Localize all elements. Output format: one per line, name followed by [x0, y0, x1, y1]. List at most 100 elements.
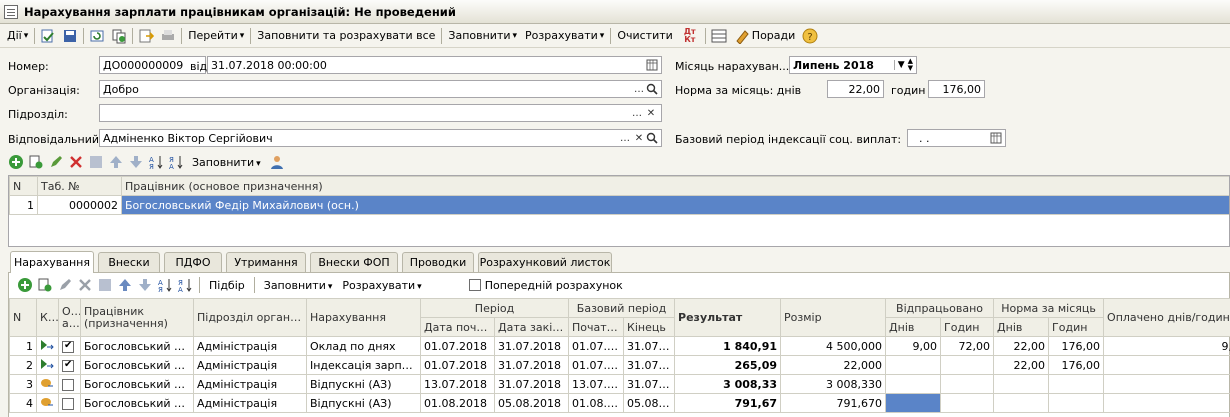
- active-checkbox[interactable]: [58, 336, 81, 356]
- cell-p-from[interactable]: 13.07.2018: [420, 374, 495, 394]
- cell-paid[interactable]: 9,00: [1103, 336, 1230, 356]
- tab-contributions[interactable]: Внески: [98, 252, 160, 272]
- tab-payslip[interactable]: Розрахунковий листок: [478, 252, 612, 272]
- cell-paid[interactable]: [1103, 355, 1230, 375]
- cell-n[interactable]: 3: [9, 374, 37, 394]
- responsible-select-button[interactable]: …: [618, 131, 632, 145]
- cell-result[interactable]: 265,09: [674, 355, 782, 375]
- date-field[interactable]: 31.07.2018 00:00:00: [207, 56, 662, 74]
- fill-menu[interactable]: Заповнити: [444, 26, 521, 46]
- cell-size[interactable]: 4 500,000: [780, 336, 887, 356]
- cell-paid[interactable]: [1103, 374, 1230, 394]
- col-base-from[interactable]: Початок: [568, 317, 625, 337]
- cell-accr[interactable]: Відпускні (АЗ): [306, 393, 421, 413]
- move-down-icon[interactable]: [128, 154, 144, 170]
- tab-pdfo[interactable]: ПДФО: [164, 252, 222, 272]
- cell-n-days[interactable]: 22,00: [993, 355, 1050, 375]
- tab-postings[interactable]: Проводки: [402, 252, 474, 272]
- delete-icon[interactable]: [68, 154, 84, 170]
- sort-desc-icon[interactable]: ЯA: [177, 277, 193, 293]
- col-k[interactable]: К...: [36, 298, 59, 337]
- col-norm-days[interactable]: Днів: [993, 317, 1050, 337]
- cell-n-hours[interactable]: [1048, 393, 1105, 413]
- cell-emp[interactable]: Богословський Ф...: [80, 336, 194, 356]
- delete-icon[interactable]: [77, 277, 93, 293]
- dept-field[interactable]: … ✕: [99, 104, 662, 122]
- calendar-icon[interactable]: [646, 59, 658, 71]
- accrual-type-icon[interactable]: [36, 355, 59, 375]
- cell-n-days[interactable]: [993, 393, 1050, 413]
- cell-p-from[interactable]: 01.08.2018: [420, 393, 495, 413]
- col-base-to[interactable]: Кінець: [623, 317, 676, 337]
- tab-deductions[interactable]: Утримання: [226, 252, 306, 272]
- col-department[interactable]: Підрозділ організації: [193, 298, 307, 337]
- col-base-period[interactable]: Базовий період: [568, 298, 676, 318]
- emp-fill-menu[interactable]: Заповнити: [188, 156, 265, 169]
- active-checkbox[interactable]: [58, 355, 81, 375]
- cell-size[interactable]: 3 008,330: [780, 374, 887, 394]
- sort-asc-icon[interactable]: AЯ: [157, 277, 173, 293]
- cell-result[interactable]: 791,67: [674, 393, 782, 413]
- table-row[interactable]: 4 Богословський Ф... Адміністрація Відпускн…: [9, 393, 1230, 413]
- cell-size[interactable]: 791,670: [780, 393, 887, 413]
- post-document-icon[interactable]: [40, 28, 56, 44]
- cell-size[interactable]: 22,000: [780, 355, 887, 375]
- search-icon[interactable]: [646, 83, 658, 95]
- col-employee[interactable]: Працівник (призначення): [80, 298, 194, 337]
- col-worked-hours[interactable]: Годин: [940, 317, 995, 337]
- cell-accr[interactable]: Відпускні (АЗ): [306, 374, 421, 394]
- cell-n-days[interactable]: 22,00: [993, 336, 1050, 356]
- cell-w-days[interactable]: [885, 393, 942, 413]
- table-row[interactable]: 1 0000002 Богословський Федір Михайлович…: [9, 195, 1229, 215]
- col-o[interactable]: О... а...: [58, 298, 81, 337]
- cell-emp[interactable]: Богословський Ф...: [80, 393, 194, 413]
- col-size[interactable]: Розмір: [780, 298, 887, 337]
- table-row[interactable]: 2 Богословський Ф...АдміністраціяІндексац…: [9, 355, 1230, 375]
- cell-p-to[interactable]: 31.07.2018: [493, 374, 570, 394]
- cell-paid[interactable]: [1103, 393, 1230, 413]
- cell-dept[interactable]: Адміністрація: [193, 393, 307, 413]
- cell-b-to[interactable]: 31.07....: [623, 355, 676, 375]
- col-n[interactable]: N: [9, 298, 37, 337]
- export-icon[interactable]: [138, 28, 155, 44]
- cell-emp[interactable]: Богословський Ф...: [80, 374, 194, 394]
- cell-n-hours[interactable]: 176,00: [1048, 355, 1105, 375]
- calendar-icon[interactable]: [990, 132, 1002, 144]
- actions-menu[interactable]: Дії: [3, 26, 32, 46]
- cell-n[interactable]: 1: [9, 336, 37, 356]
- table-row[interactable]: 3 Богословський Ф... Адміністрація Відпускн…: [9, 374, 1230, 394]
- cell-b-to[interactable]: 31.07....: [623, 336, 676, 356]
- save-icon[interactable]: [62, 28, 78, 44]
- col-norm-hours[interactable]: Годин: [1048, 317, 1105, 337]
- cell-result[interactable]: 1 840,91: [674, 336, 782, 356]
- dtkt-button[interactable]: Дт Кт: [677, 26, 703, 46]
- cell-b-to[interactable]: 31.07....: [623, 374, 676, 394]
- cell-p-from[interactable]: 01.07.2018: [420, 355, 495, 375]
- cell-n-hours[interactable]: 176,00: [1048, 336, 1105, 356]
- cell-n-hours[interactable]: [1048, 374, 1105, 394]
- cell-dept[interactable]: Адміністрація: [193, 355, 307, 375]
- col-period-from[interactable]: Дата початк...: [420, 317, 495, 337]
- vacation-type-icon[interactable]: [36, 374, 59, 394]
- active-checkbox[interactable]: [58, 374, 81, 394]
- clear-icon[interactable]: ✕: [644, 106, 658, 120]
- edit-icon[interactable]: [57, 277, 73, 293]
- col-tab-number[interactable]: Таб. №: [37, 176, 122, 196]
- base-period-field[interactable]: . .: [907, 129, 1006, 147]
- cell-b-from[interactable]: 13.07.2...: [568, 374, 625, 394]
- edit-icon[interactable]: [48, 154, 64, 170]
- copy-icon[interactable]: [111, 28, 127, 44]
- move-down-icon[interactable]: [137, 277, 153, 293]
- add-icon[interactable]: [8, 154, 24, 170]
- cell-dept[interactable]: Адміністрація: [193, 374, 307, 394]
- cell-w-days[interactable]: [885, 374, 942, 394]
- cell-w-days[interactable]: [885, 355, 942, 375]
- calculate-menu[interactable]: Розрахувати: [521, 26, 608, 46]
- table-row[interactable]: 1 Богословський Ф...АдміністраціяОклад по…: [9, 336, 1230, 356]
- col-result[interactable]: Результат: [674, 298, 782, 337]
- org-field[interactable]: Добро …: [99, 80, 662, 98]
- cell-b-from[interactable]: 01.07.2...: [568, 355, 625, 375]
- structure-icon[interactable]: [711, 28, 727, 44]
- prev-calc-checkbox[interactable]: [468, 279, 481, 291]
- cell-p-to[interactable]: 05.08.2018: [493, 393, 570, 413]
